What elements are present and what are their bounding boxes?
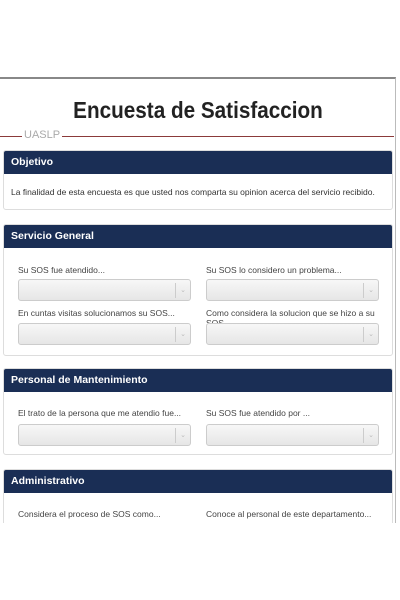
panel-header: Objetivo bbox=[4, 151, 392, 174]
brand-label: UASLP bbox=[22, 129, 63, 141]
objetivo-text: La finalidad de esta encuesta es que ust… bbox=[11, 187, 375, 197]
field-label: En cuntas visitas solucionamos su SOS... bbox=[18, 308, 175, 318]
panel-header: Administrativo bbox=[4, 470, 392, 493]
chevron-down-icon: ⌄ bbox=[363, 283, 378, 298]
chevron-down-icon: ⌄ bbox=[363, 327, 378, 342]
panel-servicio-general: Servicio General Su SOS fue atendido... … bbox=[3, 224, 393, 356]
panel-personal-mantenimiento: Personal de Mantenimiento El trato de la… bbox=[3, 368, 393, 455]
select-visitas[interactable]: ⌄ bbox=[18, 323, 191, 345]
panel-header: Personal de Mantenimiento bbox=[4, 369, 392, 392]
chevron-down-icon: ⌄ bbox=[175, 327, 190, 342]
field-label: Su SOS lo considero un problema... bbox=[206, 265, 342, 275]
select-trato[interactable]: ⌄ bbox=[18, 424, 191, 446]
chevron-down-icon: ⌄ bbox=[175, 283, 190, 298]
survey-page: Encuesta de Satisfaccion UASLP Objetivo … bbox=[0, 77, 396, 523]
field-label: Su SOS fue atendido por ... bbox=[206, 408, 310, 418]
panel-header: Servicio General bbox=[4, 225, 392, 248]
select-solucion[interactable]: ⌄ bbox=[206, 323, 379, 345]
select-sos-problema[interactable]: ⌄ bbox=[206, 279, 379, 301]
panel-administrativo: Administrativo Considera el proceso de S… bbox=[3, 469, 393, 523]
chevron-down-icon: ⌄ bbox=[175, 428, 190, 443]
field-label: Su SOS fue atendido... bbox=[18, 265, 105, 275]
field-label: Considera el proceso de SOS como... bbox=[18, 509, 161, 519]
chevron-down-icon: ⌄ bbox=[363, 428, 378, 443]
select-atendido-por[interactable]: ⌄ bbox=[206, 424, 379, 446]
field-label: El trato de la persona que me atendio fu… bbox=[18, 408, 182, 418]
field-label: Conoce al personal de este departamento.… bbox=[206, 509, 372, 519]
page-title: Encuesta de Satisfaccion bbox=[73, 97, 323, 123]
panel-objetivo: Objetivo La finalidad de esta encuesta e… bbox=[3, 150, 393, 210]
select-sos-atendido[interactable]: ⌄ bbox=[18, 279, 191, 301]
